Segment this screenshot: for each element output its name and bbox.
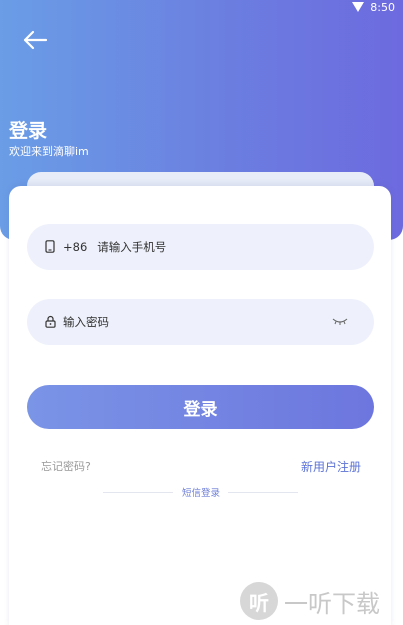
wifi-icon xyxy=(352,2,365,12)
status-bar: 8:50 xyxy=(352,0,395,14)
sms-login-link[interactable]: 短信登录 xyxy=(182,485,220,499)
lock-icon xyxy=(45,315,57,329)
eye-closed-icon[interactable] xyxy=(332,316,348,330)
country-code[interactable]: +86 xyxy=(63,240,87,254)
watermark-logo: 听 xyxy=(240,582,278,620)
phone-icon xyxy=(45,240,57,254)
divider-right xyxy=(228,492,298,493)
register-link[interactable]: 新用户注册 xyxy=(301,458,361,475)
status-time: 8:50 xyxy=(370,0,395,14)
divider-left xyxy=(103,492,173,493)
password-placeholder: 输入密码 xyxy=(63,315,109,329)
phone-placeholder: 请输入手机号 xyxy=(97,240,167,254)
phone-input[interactable]: +86 请输入手机号 xyxy=(27,224,374,270)
watermark-text: 一听下载 xyxy=(284,589,380,618)
forgot-password-link[interactable]: 忘记密码? xyxy=(41,458,91,474)
watermark: 听 一听下载 xyxy=(240,582,380,620)
arrow-left-icon xyxy=(23,30,48,50)
page-subtitle: 欢迎来到滴聊im xyxy=(9,145,89,158)
password-input[interactable]: 输入密码 xyxy=(27,299,374,345)
back-button[interactable] xyxy=(22,28,52,52)
login-button[interactable]: 登录 xyxy=(27,385,374,429)
page-title: 登录 xyxy=(9,120,48,142)
